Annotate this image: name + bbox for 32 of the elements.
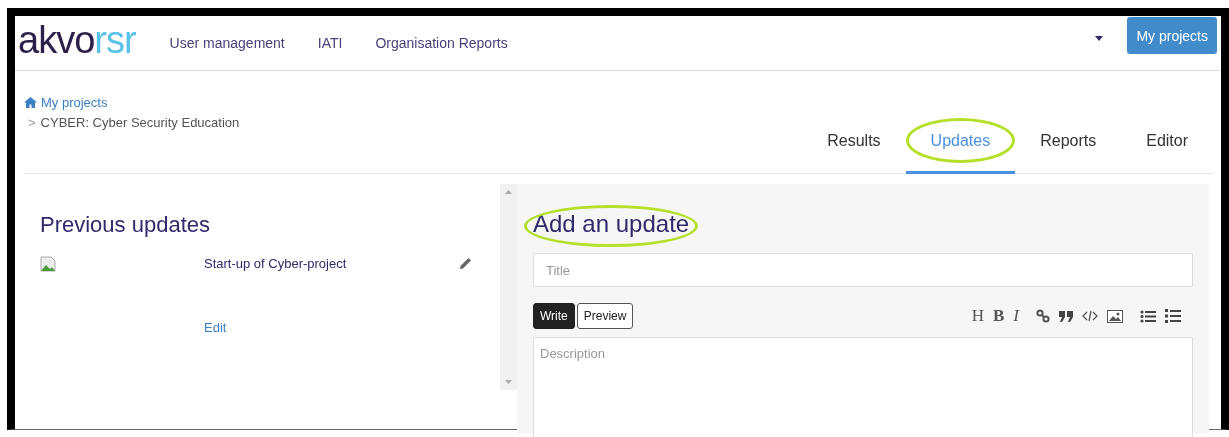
image-icon[interactable] [1107,309,1123,323]
tab[interactable]: Results [802,118,906,174]
my-projects-button[interactable]: My projects [1127,17,1217,54]
edit-link[interactable]: Edit [204,320,459,335]
nav-link[interactable]: IATI [317,35,343,51]
mode-tab[interactable]: Preview [576,303,634,329]
format-button[interactable]: H [971,306,984,326]
breadcrumb-link[interactable]: My projects [24,95,108,110]
breadcrumb-separator: > [28,115,36,130]
code-icon[interactable] [1082,310,1098,322]
description-field[interactable]: Description [533,337,1193,437]
format-button[interactable]: B [993,306,1005,326]
caret-icon[interactable] [1095,36,1104,41]
section-heading: Previous updates [40,212,211,238]
nav-link[interactable]: Organisation Reports [375,35,508,51]
logo[interactable]: akvorsr [18,21,136,59]
link-icon[interactable] [1036,309,1050,323]
title-field[interactable]: Title [533,253,1193,287]
breadcrumb-current: CYBER: Cyber Security Education [40,115,240,130]
bullet-list-icon[interactable] [1140,309,1156,323]
home-icon [24,97,37,108]
format-button[interactable]: I [1013,306,1019,326]
tab[interactable]: Editor [1121,118,1213,174]
update-title: Start-up of Cyber-project [204,256,348,273]
tab[interactable]: Reports [1015,118,1122,174]
quote-icon[interactable] [1059,310,1073,322]
nav-link[interactable]: User management [169,35,285,51]
pencil-icon[interactable] [459,257,472,270]
section-heading: Add an update [524,205,699,247]
mode-tab[interactable]: Write [533,303,575,329]
numbered-list-icon[interactable] [1165,309,1181,323]
broken-image-icon [40,256,56,272]
